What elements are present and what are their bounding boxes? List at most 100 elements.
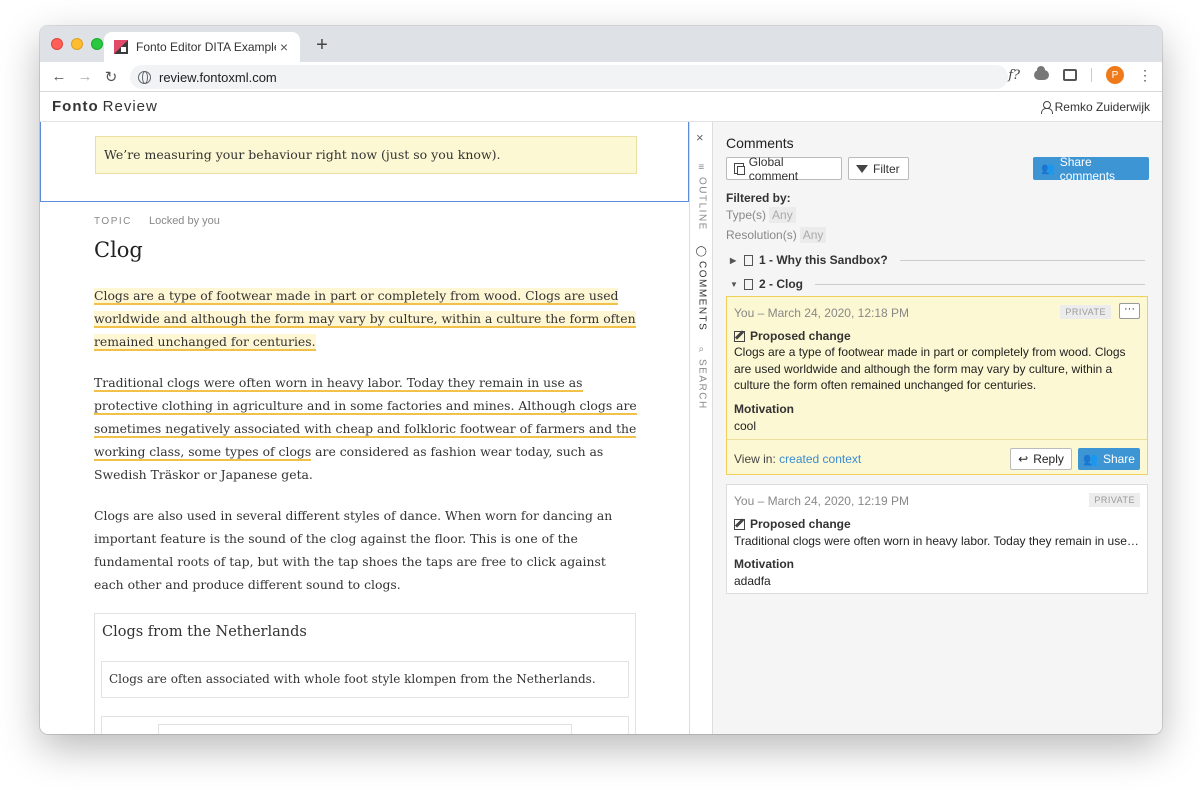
share-comments-button[interactable]: 👥 Share comments: [1033, 154, 1149, 183]
types-label: Type(s): [726, 208, 767, 222]
brand-name: Fonto: [52, 98, 99, 115]
resolution-chip[interactable]: Any: [799, 227, 827, 243]
app-header: Fonto Review Remko Zuiderwijk: [40, 92, 1162, 122]
comment-meta: You – March 24, 2020, 12:18 PM: [734, 306, 910, 320]
comment-card[interactable]: You – March 24, 2020, 12:18 PM PRIVATE ·…: [726, 296, 1148, 475]
tree-divider: [899, 259, 1145, 261]
edit-icon: [734, 518, 745, 530]
motivation-value: cool: [734, 419, 757, 433]
more-options-button[interactable]: ···: [1119, 303, 1140, 319]
document-icon: [744, 254, 753, 266]
filter-resolutions: Resolution(s) Any: [726, 227, 827, 243]
filter-button[interactable]: Filter: [848, 157, 909, 180]
browser-window: Fonto Editor DITA Example × + ← → ↻ revi…: [40, 26, 1162, 734]
user-name: Remko Zuiderwijk: [1054, 99, 1150, 114]
profile-avatar[interactable]: P: [1106, 66, 1124, 84]
browser-menu-icon[interactable]: ⋮: [1138, 67, 1152, 84]
minimize-window-button[interactable]: [71, 38, 83, 50]
view-in: View in: created context: [734, 452, 861, 466]
copy-icon: [734, 163, 745, 175]
reload-button[interactable]: ↻: [98, 68, 124, 86]
comment-type-label: Proposed change: [750, 517, 851, 531]
tab-close-icon[interactable]: ×: [276, 39, 292, 55]
brand-logo: Fonto Review: [52, 98, 158, 115]
brand-product: Review: [102, 98, 158, 115]
share-button[interactable]: 👥 Share: [1078, 448, 1140, 470]
comment-meta: You – March 24, 2020, 12:19 PM: [734, 494, 910, 508]
document-icon: [744, 278, 753, 290]
globe-icon: [138, 70, 151, 84]
fonto-favicon-icon: [114, 40, 128, 54]
section-netherlands[interactable]: Clogs from the Netherlands Clogs are oft…: [94, 613, 636, 734]
close-panel-icon[interactable]: ×: [696, 130, 704, 145]
global-comment-button[interactable]: Global comment: [726, 154, 842, 183]
document-title[interactable]: Clog: [94, 238, 143, 262]
browser-toolbar: ← → ↻ review.fontoxml.com f? P ⋮: [40, 62, 1162, 92]
panel-title: Comments: [726, 135, 794, 151]
comment-card[interactable]: You – March 24, 2020, 12:19 PM PRIVATE P…: [726, 484, 1148, 594]
caret-down-icon: ▼: [730, 279, 738, 289]
browser-tab[interactable]: Fonto Editor DITA Example ×: [104, 32, 300, 62]
notice-banner: We’re measuring your behaviour right now…: [95, 136, 637, 174]
topic-label: TOPIC: [94, 216, 132, 227]
close-window-button[interactable]: [51, 38, 63, 50]
sidebar-rail: × ≡ OUTLINE ◯ COMMENTS ⌕ SEARCH: [690, 122, 713, 734]
private-badge: PRIVATE: [1089, 493, 1140, 507]
tab-strip: Fonto Editor DITA Example × +: [40, 26, 1162, 62]
global-comment-label: Global comment: [748, 154, 799, 183]
user-icon: [1040, 100, 1053, 114]
cloud-extension-icon[interactable]: [1034, 66, 1049, 80]
comment-bubble-icon: ◯: [695, 246, 709, 257]
tab-outline-label: OUTLINE: [696, 177, 708, 231]
maximize-window-button[interactable]: [91, 38, 103, 50]
tree-item-label: 1 - Why this Sandbox?: [759, 253, 888, 267]
motivation-value: adadfa: [734, 574, 771, 588]
tab-comments[interactable]: ◯ COMMENTS: [693, 246, 711, 331]
notice-block[interactable]: We’re measuring your behaviour right now…: [40, 122, 689, 202]
tab-outline[interactable]: ≡ OUTLINE: [693, 162, 711, 231]
back-button[interactable]: ←: [46, 68, 72, 85]
section-title[interactable]: Clogs from the Netherlands: [102, 624, 307, 640]
commented-text-1[interactable]: Clogs are a type of footwear made in par…: [94, 288, 636, 351]
motivation-label: Motivation: [734, 402, 794, 416]
new-tab-button[interactable]: +: [312, 34, 332, 57]
comment-text: Traditional clogs were often worn in hea…: [734, 534, 1139, 548]
outline-icon: ≡: [698, 162, 706, 173]
comment-type: Proposed change: [734, 329, 851, 343]
types-chip[interactable]: Any: [769, 207, 796, 223]
paragraph-1[interactable]: Clogs are a type of footwear made in par…: [94, 284, 639, 353]
reply-icon: ↩: [1018, 452, 1029, 466]
fx-extension-icon[interactable]: f?: [1008, 68, 1020, 83]
people-icon: 👥: [1041, 163, 1055, 175]
user-menu[interactable]: Remko Zuiderwijk: [1040, 99, 1150, 114]
section-subblock[interactable]: [101, 716, 629, 734]
main-area: We’re measuring your behaviour right now…: [40, 122, 1162, 734]
paragraph-3[interactable]: Clogs are also used in several different…: [94, 504, 639, 596]
forward-button[interactable]: →: [72, 68, 98, 85]
comment-text: Clogs are a type of footwear made in par…: [734, 345, 1126, 392]
capture-extension-icon[interactable]: [1063, 69, 1077, 81]
tab-search-label: SEARCH: [696, 359, 708, 410]
tree-item-clog[interactable]: ▼ 2 - Clog: [730, 277, 1145, 291]
comment-type: Proposed change: [734, 517, 851, 531]
paragraph-2[interactable]: Traditional clogs were often worn in hea…: [94, 371, 639, 486]
motivation-label: Motivation: [734, 557, 794, 571]
filter-label: Filter: [873, 161, 900, 176]
view-in-label: View in:: [734, 452, 776, 466]
document-editor[interactable]: We’re measuring your behaviour right now…: [40, 122, 690, 734]
tree-divider: [815, 283, 1145, 285]
url-text: review.fontoxml.com: [159, 69, 277, 85]
share-comments-label: Share comments: [1059, 154, 1116, 183]
funnel-icon: [856, 164, 868, 173]
toolbar-separator: [1091, 68, 1092, 82]
tab-title: Fonto Editor DITA Example: [136, 40, 276, 54]
created-context-link[interactable]: created context: [779, 452, 861, 466]
reply-button[interactable]: ↩ Reply: [1010, 448, 1072, 470]
address-bar[interactable]: review.fontoxml.com: [130, 65, 1008, 89]
tree-item-why-sandbox[interactable]: ▶ 1 - Why this Sandbox?: [730, 253, 1145, 267]
section-paragraph[interactable]: Clogs are often associated with whole fo…: [101, 661, 629, 698]
tab-search[interactable]: ⌕ SEARCH: [693, 344, 711, 410]
comment-type-label: Proposed change: [750, 329, 851, 343]
search-icon: ⌕: [698, 344, 706, 355]
people-icon: 👥: [1083, 452, 1098, 466]
